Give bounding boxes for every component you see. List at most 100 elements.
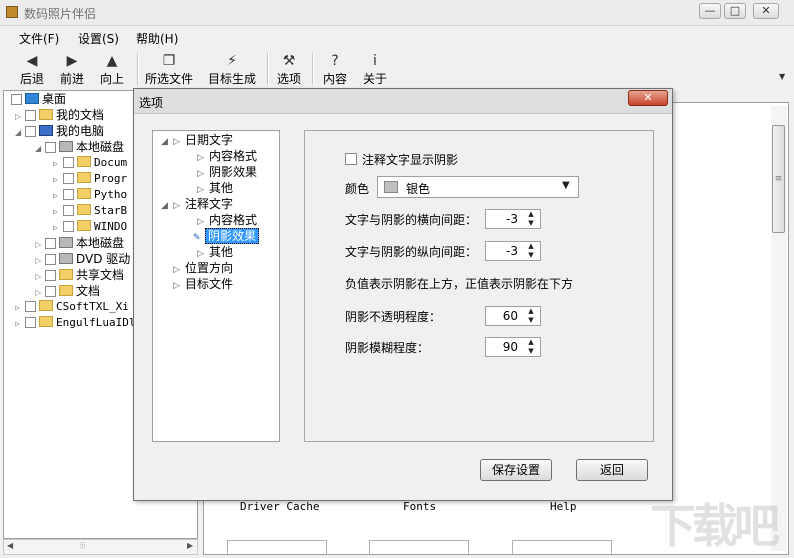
toolbar-overflow-icon[interactable]: ▼ (779, 72, 785, 81)
shadow-settings-panel: 注释文字显示阴影 颜色 银色 ▼ 文字与阴影的横向间距： -3 ▲ ▼ 文字与阴影… (304, 130, 654, 442)
maximize-button[interactable]: □ (724, 3, 746, 19)
expand-icon[interactable]: ▷ (53, 188, 63, 204)
blur-value[interactable]: 90 (503, 340, 518, 354)
contents-button[interactable]: ? 内容 (320, 51, 350, 87)
tree-checkbox[interactable] (25, 301, 36, 312)
generate-target-button[interactable]: ⚡ 目标生成 (206, 51, 258, 87)
color-swatch (384, 181, 398, 193)
spinner-arrows-icon[interactable]: ▲ ▼ (524, 307, 538, 325)
scroll-right-icon[interactable]: ▶ (187, 541, 193, 550)
minimize-button[interactable]: — (699, 3, 721, 19)
tree-checkbox[interactable] (25, 126, 36, 137)
toolbar: ◀ 后退 ▶ 前进 ▲ 向上 ❐ 所选文件 ⚡ 目标生成 ⚒ 选项 ? 内容 i… (0, 49, 794, 89)
contents-label: 内容 (322, 72, 347, 86)
folder-label[interactable]: Fonts (403, 500, 436, 513)
tree-checkbox[interactable] (11, 94, 22, 105)
tree-label: 本地磁盘 (76, 236, 125, 250)
tree-checkbox[interactable] (63, 221, 74, 232)
folder-thumbnail[interactable] (369, 540, 469, 554)
expand-icon[interactable]: ▷ (173, 134, 185, 150)
show-shadow-label[interactable]: 注释文字显示阴影 (362, 151, 458, 168)
selected-files-button[interactable]: ❐ 所选文件 (143, 51, 195, 87)
expand-icon[interactable]: ▷ (15, 300, 25, 316)
scroll-thumb[interactable]: ≡ (772, 125, 785, 233)
options-button[interactable]: ⚒ 选项 (274, 51, 304, 87)
expand-icon[interactable]: ▷ (15, 316, 25, 332)
options-dialog: 选项 ✕ ◢ ▷ 日期文字 ▷ 内容格式 ▷ 阴影效果 ▷ 其他 ◢ ▷ 注释文字 ▷ 内容格式… (133, 88, 673, 501)
dialog-close-button[interactable]: ✕ (628, 90, 668, 106)
tree-horizontal-scrollbar[interactable]: ◀ ⦙⦙⦙ ▶ (3, 539, 198, 555)
toolbar-separator (312, 53, 314, 85)
h-offset-spinner[interactable]: -3 ▲ ▼ (485, 209, 541, 229)
options-tree-item[interactable]: ◢ ▷ 注释文字 (153, 196, 279, 212)
expand-icon[interactable]: ▷ (173, 198, 185, 214)
spinner-arrows-icon[interactable]: ▲ ▼ (524, 242, 538, 260)
v-offset-value[interactable]: -3 (506, 244, 518, 258)
h-offset-value[interactable]: -3 (506, 212, 518, 226)
collapse-icon[interactable]: ◢ (35, 141, 45, 157)
collapse-icon[interactable]: ◢ (161, 198, 173, 214)
tree-checkbox[interactable] (25, 110, 36, 121)
scroll-left-icon[interactable]: ◀ (7, 541, 13, 550)
back-button[interactable]: ◀ 后退 (16, 51, 48, 87)
options-tree-item[interactable]: ▷ 目标文件 (153, 276, 279, 292)
tree-checkbox[interactable] (63, 189, 74, 200)
options-tree-item[interactable]: ▷ 阴影效果 (153, 164, 279, 180)
options-tree-item[interactable]: ▷ 其他 (153, 244, 279, 260)
options-tree-item[interactable]: ▷ 其他 (153, 180, 279, 196)
menu-file[interactable]: 文件(F) (19, 30, 59, 47)
tree-checkbox[interactable] (63, 205, 74, 216)
blur-spinner[interactable]: 90 ▲ ▼ (485, 337, 541, 357)
tree-checkbox[interactable] (63, 173, 74, 184)
chevron-down-icon[interactable]: ▼ (562, 180, 570, 191)
options-tree-item[interactable]: ◢ ▷ 日期文字 (153, 132, 279, 148)
collapse-icon[interactable]: ◢ (161, 134, 173, 150)
folder-icon (77, 220, 91, 231)
forward-button[interactable]: ▶ 前进 (56, 51, 88, 87)
tree-checkbox[interactable] (25, 317, 36, 328)
expand-icon[interactable]: ▷ (53, 220, 63, 236)
back-button[interactable]: 返回 (576, 459, 648, 481)
opacity-value[interactable]: 60 (503, 309, 518, 323)
scroll-grip-icon[interactable]: ⦙⦙⦙ (80, 541, 85, 551)
menu-help[interactable]: 帮助(H) (136, 30, 178, 47)
tree-checkbox[interactable] (45, 142, 56, 153)
folder-thumbnail[interactable] (512, 540, 612, 554)
spinner-arrows-icon[interactable]: ▲ ▼ (524, 210, 538, 228)
folder-thumbnail[interactable] (227, 540, 327, 554)
options-tree-label: 内容格式 (209, 213, 258, 227)
v-offset-spinner[interactable]: -3 ▲ ▼ (485, 241, 541, 261)
folder-label[interactable]: Driver Cache (240, 500, 319, 513)
tree-checkbox[interactable] (45, 254, 56, 265)
tree-label: StarB (94, 204, 128, 217)
toolbar-separator (137, 53, 139, 85)
menu-settings[interactable]: 设置(S) (78, 30, 119, 47)
spinner-arrows-icon[interactable]: ▲ ▼ (524, 338, 538, 356)
folder-label[interactable]: Help (550, 500, 577, 513)
toolbar-separator (267, 53, 269, 85)
save-settings-button[interactable]: 保存设置 (480, 459, 552, 481)
tree-checkbox[interactable] (63, 157, 74, 168)
collapse-icon[interactable]: ◢ (15, 125, 25, 141)
close-button[interactable]: ✕ (753, 3, 779, 19)
show-shadow-checkbox[interactable] (345, 153, 357, 165)
expand-icon[interactable]: ▷ (53, 204, 63, 220)
opacity-spinner[interactable]: 60 ▲ ▼ (485, 306, 541, 326)
options-tree-item[interactable]: ▷ 位置方向 (153, 260, 279, 276)
expand-icon[interactable]: ▷ (53, 172, 63, 188)
tree-checkbox[interactable] (45, 286, 56, 297)
folder-icon (39, 316, 53, 327)
options-tree[interactable]: ◢ ▷ 日期文字 ▷ 内容格式 ▷ 阴影效果 ▷ 其他 ◢ ▷ 注释文字 ▷ 内容格式 ✎ 阴影效… (152, 130, 280, 442)
color-select[interactable]: 银色 ▼ (377, 176, 579, 198)
drive-icon (59, 237, 73, 248)
expand-icon[interactable]: ▷ (53, 156, 63, 172)
options-tree-item[interactable]: ▷ 内容格式 (153, 148, 279, 164)
options-tree-item-selected[interactable]: ✎ 阴影效果 (153, 228, 279, 244)
expand-icon[interactable]: ▷ (173, 278, 185, 294)
tree-checkbox[interactable] (45, 270, 56, 281)
up-button[interactable]: ▲ 向上 (96, 51, 128, 87)
tree-checkbox[interactable] (45, 238, 56, 249)
options-tree-item[interactable]: ▷ 内容格式 (153, 212, 279, 228)
about-button[interactable]: i 关于 (360, 51, 390, 87)
app-icon (6, 6, 18, 18)
